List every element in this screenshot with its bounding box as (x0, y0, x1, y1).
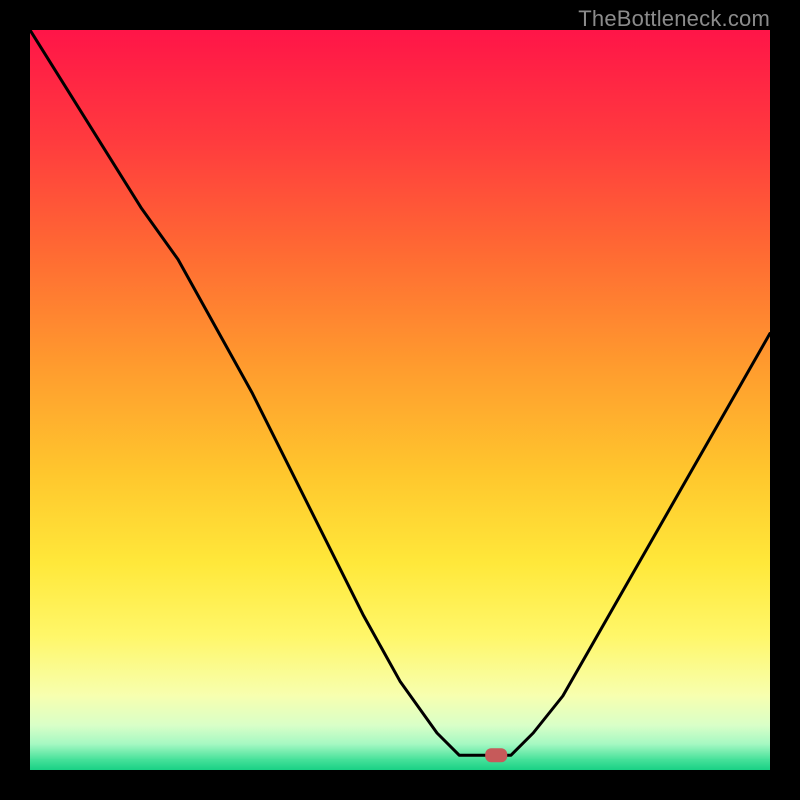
attribution-label: TheBottleneck.com (578, 6, 770, 32)
chart-svg (30, 30, 770, 770)
gradient-background (30, 30, 770, 770)
chart-container: TheBottleneck.com (0, 0, 800, 800)
plot-area (30, 30, 770, 770)
optimum-marker (485, 748, 507, 762)
